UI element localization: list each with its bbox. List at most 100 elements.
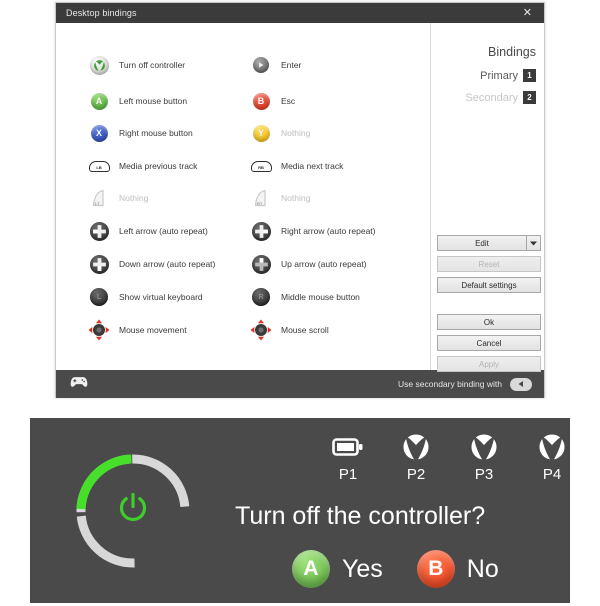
window-titlebar: Desktop bindings ✕	[56, 3, 544, 23]
dpad-right-icon	[250, 220, 272, 242]
lt-glyph: LT	[95, 201, 100, 206]
start-button-icon	[250, 54, 272, 76]
desktop-bindings-window: Desktop bindings ✕ Turn off controller A…	[55, 2, 545, 398]
binding-label: Down arrow (auto repeat)	[119, 259, 216, 269]
binding-label: Media next track	[281, 161, 344, 171]
binding-row-x[interactable]: X Right mouse button	[88, 121, 193, 145]
binding-label: Right mouse button	[119, 128, 193, 138]
edit-split-button[interactable]: Edit	[437, 235, 541, 251]
binding-row-guide[interactable]: Turn off controller	[88, 53, 185, 77]
battery-icon	[332, 430, 364, 464]
binding-label: Nothing	[281, 128, 311, 138]
right-stick-button-icon: R	[250, 286, 272, 308]
binding-row-rb[interactable]: RB Media next track	[250, 154, 343, 178]
binding-label: Nothing	[119, 193, 149, 203]
primary-badge: 1	[523, 69, 536, 82]
binding-row-lstick-move[interactable]: Mouse movement	[88, 318, 187, 342]
apply-button[interactable]: Apply	[437, 356, 541, 372]
chevron-down-icon[interactable]	[526, 235, 541, 251]
default-settings-button[interactable]: Default settings	[437, 277, 541, 293]
binding-row-lb[interactable]: LB Media previous track	[88, 154, 197, 178]
left-bumper-icon: LB	[88, 155, 110, 177]
shutdown-question: Turn off the controller?	[235, 502, 486, 530]
binding-row-start[interactable]: Enter	[250, 53, 301, 77]
left-stick-move-icon	[88, 319, 110, 341]
binding-row-y[interactable]: Y Nothing	[250, 121, 310, 145]
player-slot: P4	[534, 430, 570, 483]
ok-button[interactable]: Ok	[437, 314, 541, 330]
binding-row-dpad-down[interactable]: Down arrow (auto repeat)	[88, 252, 215, 276]
gamepad-icon	[70, 375, 88, 393]
edit-button[interactable]: Edit	[437, 235, 526, 251]
bindings-grid: Turn off controller A Left mouse button …	[56, 23, 430, 370]
dpad-down-icon	[88, 253, 110, 275]
binding-row-dpad-right[interactable]: Right arrow (auto repeat)	[250, 219, 376, 243]
xbox-logo-icon	[537, 430, 567, 464]
binding-row-rstick-move[interactable]: Mouse scroll	[250, 318, 329, 342]
lb-glyph: LB	[88, 160, 110, 172]
secondary-binding-control[interactable]: Use secondary binding with	[398, 377, 532, 391]
binding-level-primary[interactable]: Primary 1	[431, 69, 536, 82]
binding-row-dpad-left[interactable]: Left arrow (auto repeat)	[88, 219, 208, 243]
binding-row-b[interactable]: B Esc	[250, 89, 295, 113]
window-title: Desktop bindings	[66, 8, 137, 18]
b-button-icon: B	[416, 550, 455, 588]
b-glyph: B	[252, 92, 270, 110]
l-glyph: L	[90, 288, 108, 306]
xbox-logo-icon	[401, 430, 431, 464]
player-label: P4	[542, 466, 562, 483]
binding-level-secondary[interactable]: Secondary 2	[431, 91, 536, 104]
binding-label: Up arrow (auto repeat)	[281, 259, 367, 269]
answer-no[interactable]: B No	[416, 550, 499, 588]
answer-label: No	[466, 554, 499, 583]
secondary-badge: 2	[523, 91, 536, 104]
secondary-binding-label: Use secondary binding with	[398, 379, 502, 389]
bindings-header: Bindings Primary 1 Secondary 2	[431, 23, 546, 104]
cancel-button[interactable]: Cancel	[437, 335, 541, 351]
binding-label: Enter	[281, 60, 302, 70]
player-slot: P2	[398, 430, 434, 483]
right-stick-move-icon	[250, 319, 272, 341]
b-button-icon: B	[250, 90, 272, 112]
binding-row-rt[interactable]: RT Nothing	[250, 186, 310, 210]
rt-glyph: RT	[257, 201, 263, 206]
binding-row-dpad-up[interactable]: Up arrow (auto repeat)	[250, 252, 367, 276]
binding-label: Show virtual keyboard	[119, 292, 203, 302]
secondary-label: Secondary	[465, 91, 518, 104]
left-stick-button-icon: L	[88, 286, 110, 308]
reset-button[interactable]: Reset	[437, 256, 541, 272]
left-bumper-icon[interactable]	[510, 377, 532, 391]
answer-yes[interactable]: A Yes	[292, 550, 383, 588]
binding-row-lt[interactable]: LT Nothing	[88, 186, 148, 210]
right-bumper-icon: RB	[250, 155, 272, 177]
controller-shutdown-overlay: P1 P2 P3 P4 Turn off the controller? A Y…	[30, 418, 570, 603]
binding-label: Media previous track	[119, 161, 198, 171]
player-label: P1	[338, 466, 358, 483]
power-icon	[118, 492, 148, 530]
answer-label: Yes	[342, 554, 383, 583]
rb-glyph: RB	[250, 160, 272, 172]
primary-label: Primary	[480, 69, 518, 82]
binding-label: Turn off controller	[119, 60, 186, 70]
xbox-guide-button-icon	[88, 54, 110, 76]
binding-label: Right arrow (auto repeat)	[281, 226, 376, 236]
binding-label: Esc	[281, 96, 296, 106]
binding-row-rstick-button[interactable]: R Middle mouse button	[250, 285, 360, 309]
a-button-icon: A	[292, 550, 330, 588]
binding-row-lstick-button[interactable]: L Show virtual keyboard	[88, 285, 203, 309]
button-gap	[437, 298, 541, 314]
x-glyph: X	[90, 124, 108, 142]
binding-label: Mouse scroll	[281, 325, 329, 335]
x-button-icon: X	[88, 122, 110, 144]
close-icon[interactable]: ✕	[519, 6, 536, 21]
player-indicators: P1 P2 P3 P4	[330, 430, 570, 483]
binding-label: Middle mouse button	[281, 292, 360, 302]
binding-label: Left arrow (auto repeat)	[119, 226, 208, 236]
player-slot: P1	[330, 430, 366, 483]
binding-row-a[interactable]: A Left mouse button	[88, 89, 187, 113]
left-trigger-icon: LT	[88, 187, 110, 209]
player-slot: P3	[466, 430, 502, 483]
player-label: P2	[406, 466, 426, 483]
binding-label: Nothing	[281, 193, 311, 203]
page-title: Bindings	[488, 45, 536, 59]
